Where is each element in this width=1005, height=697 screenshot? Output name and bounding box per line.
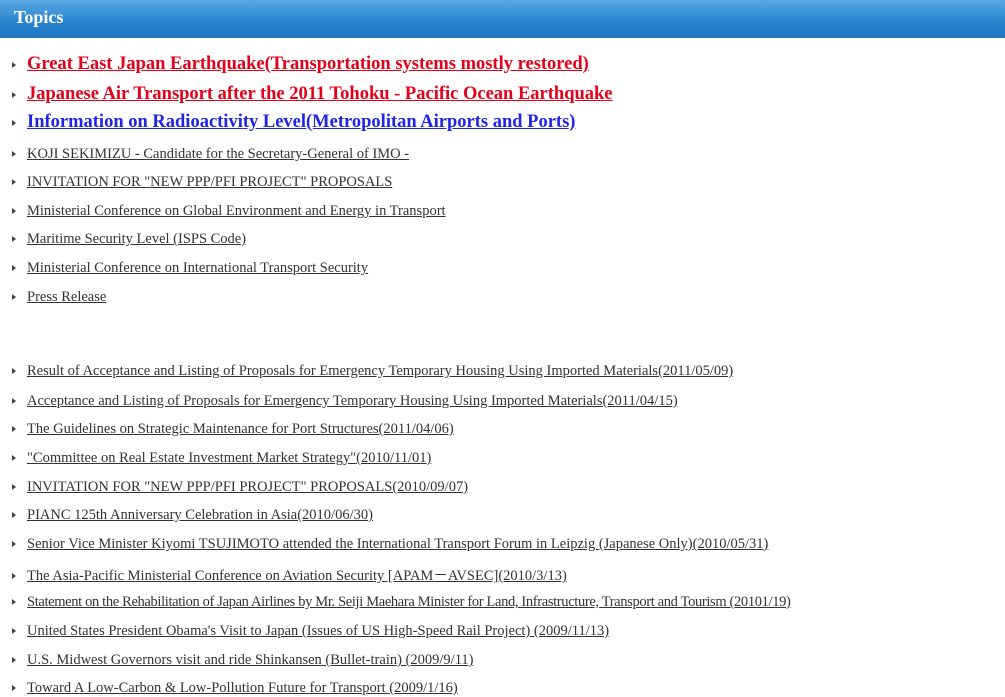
- topic-item[interactable]: INVITATION FOR "NEW PPP/PFI PROJECT" PRO…: [12, 173, 392, 191]
- topic-item[interactable]: Maritime Security Level (ISPS Code): [12, 230, 246, 248]
- arrow-bullet-icon: [12, 599, 16, 606]
- arrow-bullet-icon: [12, 62, 16, 69]
- featured-item-radioactivity[interactable]: Information on Radioactivity Level(Metro…: [12, 112, 575, 133]
- arrow-bullet-icon: [12, 657, 16, 664]
- news-link[interactable]: The Asia-Pacific Ministerial Conference …: [27, 568, 567, 584]
- news-link[interactable]: Statement on the Rehabilitation of Japan…: [27, 594, 791, 610]
- topic-link[interactable]: Ministerial Conference on International …: [27, 260, 368, 276]
- topic-item[interactable]: Press Release: [12, 288, 106, 306]
- news-item[interactable]: Acceptance and Listing of Proposals for …: [12, 392, 678, 410]
- arrow-bullet-icon: [12, 265, 16, 272]
- news-link[interactable]: Toward A Low-Carbon & Low-Pollution Futu…: [27, 680, 458, 696]
- featured-link[interactable]: Great East Japan Earthquake(Transportati…: [27, 54, 589, 74]
- arrow-bullet-icon: [12, 426, 16, 433]
- topic-link[interactable]: Press Release: [27, 289, 106, 305]
- topics-list: Great East Japan Earthquake(Transportati…: [0, 0, 1005, 697]
- news-link[interactable]: "Committee on Real Estate Investment Mar…: [27, 450, 431, 466]
- news-item[interactable]: The Asia-Pacific Ministerial Conference …: [12, 564, 567, 585]
- news-link[interactable]: The Guidelines on Strategic Maintenance …: [27, 421, 454, 437]
- news-link[interactable]: United States President Obama's Visit to…: [27, 623, 609, 639]
- arrow-bullet-icon: [12, 368, 16, 375]
- topic-item[interactable]: Ministerial Conference on Global Environ…: [12, 202, 446, 220]
- news-item[interactable]: U.S. Midwest Governors visit and ride Sh…: [12, 651, 473, 669]
- featured-item-air-transport[interactable]: Japanese Air Transport after the 2011 To…: [12, 84, 613, 105]
- arrow-bullet-icon: [12, 120, 16, 127]
- arrow-bullet-icon: [12, 455, 16, 462]
- news-item[interactable]: Senior Vice Minister Kiyomi TSUJIMOTO at…: [12, 535, 768, 553]
- topic-link[interactable]: Ministerial Conference on Global Environ…: [27, 203, 446, 219]
- arrow-bullet-icon: [12, 628, 16, 635]
- topic-link[interactable]: INVITATION FOR "NEW PPP/PFI PROJECT" PRO…: [27, 174, 392, 190]
- arrow-bullet-icon: [12, 541, 16, 548]
- news-item[interactable]: Result of Acceptance and Listing of Prop…: [12, 362, 733, 380]
- news-item[interactable]: Toward A Low-Carbon & Low-Pollution Futu…: [12, 679, 458, 697]
- news-item[interactable]: United States President Obama's Visit to…: [12, 622, 609, 640]
- topic-item[interactable]: Ministerial Conference on International …: [12, 259, 368, 277]
- arrow-bullet-icon: [12, 151, 16, 158]
- news-item[interactable]: The Guidelines on Strategic Maintenance …: [12, 420, 454, 438]
- topic-link[interactable]: Maritime Security Level (ISPS Code): [27, 231, 246, 247]
- news-link[interactable]: Acceptance and Listing of Proposals for …: [27, 393, 678, 409]
- news-link[interactable]: Result of Acceptance and Listing of Prop…: [27, 363, 733, 379]
- topic-link[interactable]: KOJI SEKIMIZU - Candidate for the Secret…: [27, 146, 409, 162]
- arrow-bullet-icon: [12, 512, 16, 519]
- arrow-bullet-icon: [12, 92, 16, 99]
- news-link[interactable]: PIANC 125th Anniversary Celebration in A…: [27, 507, 373, 523]
- topic-item[interactable]: KOJI SEKIMIZU - Candidate for the Secret…: [12, 145, 409, 163]
- arrow-bullet-icon: [12, 573, 16, 580]
- arrow-bullet-icon: [12, 294, 16, 301]
- arrow-bullet-icon: [12, 484, 16, 491]
- news-link[interactable]: Senior Vice Minister Kiyomi TSUJIMOTO at…: [27, 536, 768, 552]
- news-link[interactable]: INVITATION FOR "NEW PPP/PFI PROJECT" PRO…: [27, 479, 468, 495]
- featured-link[interactable]: Japanese Air Transport after the 2011 To…: [27, 84, 613, 104]
- featured-link[interactable]: Information on Radioactivity Level(Metro…: [27, 112, 575, 132]
- arrow-bullet-icon: [12, 398, 16, 405]
- news-item[interactable]: "Committee on Real Estate Investment Mar…: [12, 449, 431, 467]
- news-item[interactable]: INVITATION FOR "NEW PPP/PFI PROJECT" PRO…: [12, 478, 468, 496]
- arrow-bullet-icon: [12, 208, 16, 215]
- arrow-bullet-icon: [12, 685, 16, 692]
- news-item[interactable]: PIANC 125th Anniversary Celebration in A…: [12, 506, 373, 524]
- news-item[interactable]: Statement on the Rehabilitation of Japan…: [12, 593, 791, 611]
- featured-item-earthquake[interactable]: Great East Japan Earthquake(Transportati…: [12, 54, 589, 75]
- news-link[interactable]: U.S. Midwest Governors visit and ride Sh…: [27, 652, 473, 668]
- arrow-bullet-icon: [12, 179, 16, 186]
- arrow-bullet-icon: [12, 236, 16, 243]
